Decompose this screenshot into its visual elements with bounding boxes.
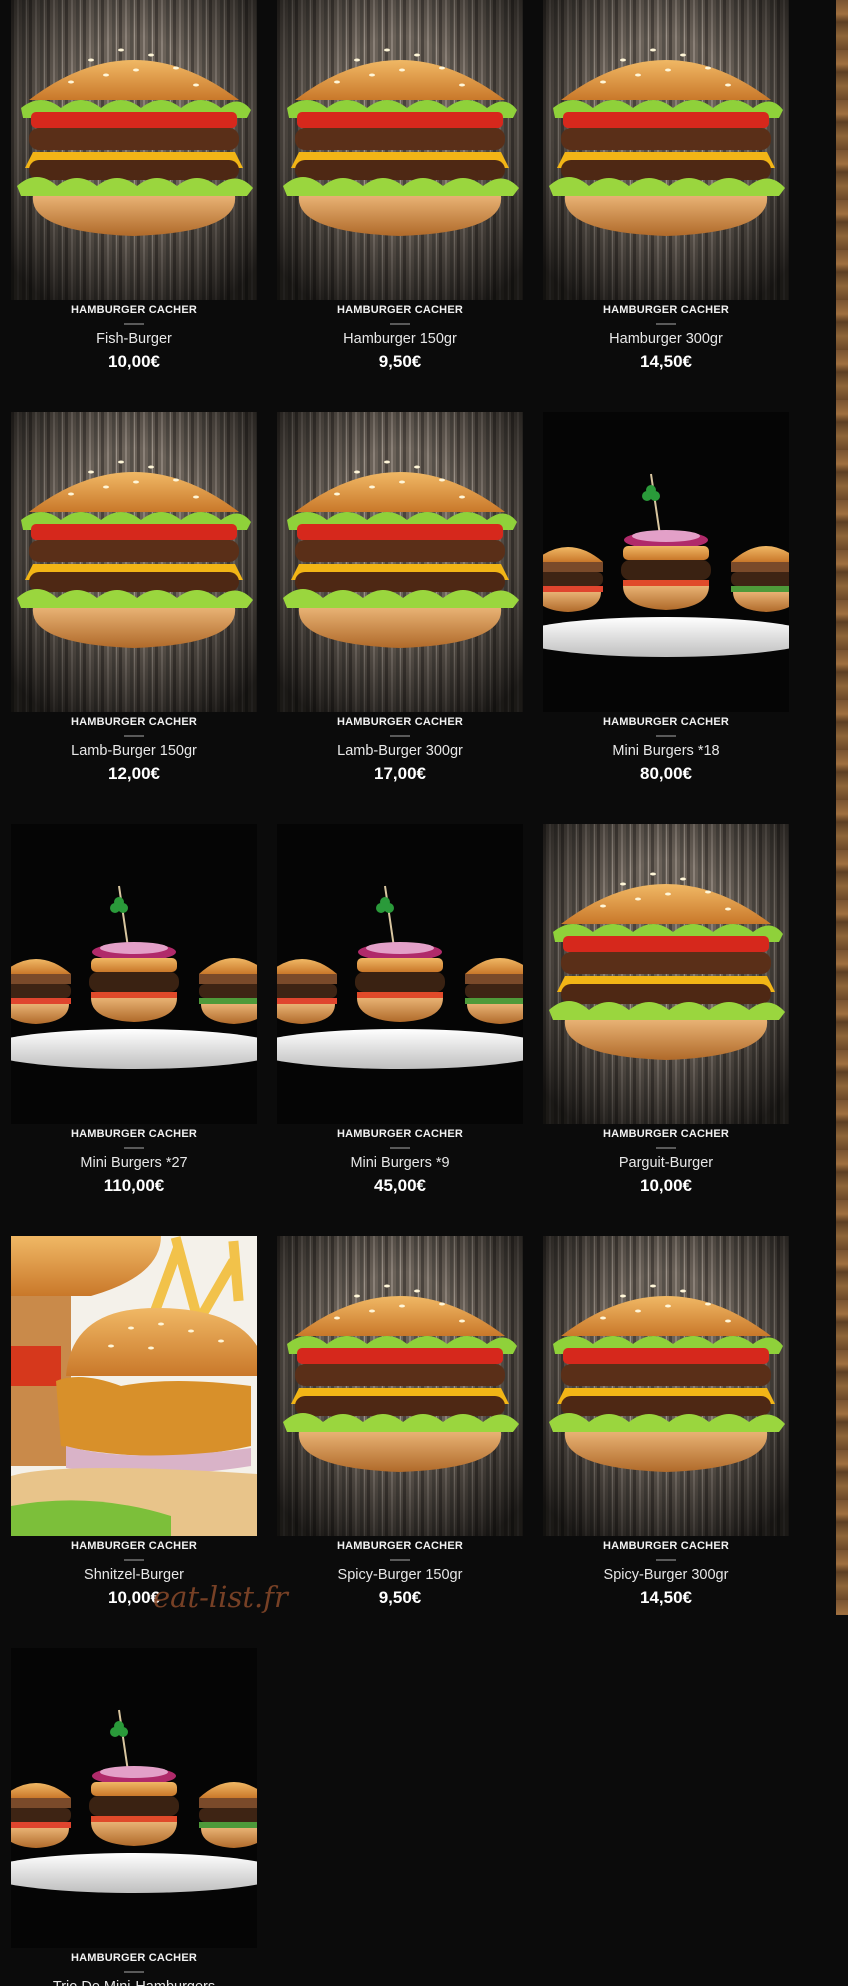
product-category: HAMBURGER CACHER bbox=[336, 304, 464, 316]
product-price: 9,50€ bbox=[378, 352, 422, 371]
product-card[interactable]: HAMBURGER CACHER Mini Burgers *18 80,00€ bbox=[543, 412, 789, 824]
product-card[interactable]: HAMBURGER CACHER Lamb-Burger 150gr 12,00… bbox=[11, 412, 257, 824]
product-image-double-burger-wood[interactable] bbox=[543, 0, 789, 300]
product-card[interactable]: HAMBURGER CACHER Fish-Burger 10,00€ bbox=[11, 0, 257, 412]
title-divider bbox=[656, 1147, 676, 1149]
title-divider bbox=[656, 1559, 676, 1561]
wood-edge-strip bbox=[836, 0, 848, 1615]
product-card[interactable]: HAMBURGER CACHER Trio De Mini-Hamburgers… bbox=[11, 1648, 257, 1986]
product-category: HAMBURGER CACHER bbox=[70, 1952, 198, 1964]
product-price: 10,00€ bbox=[108, 352, 160, 371]
product-image-double-burger-wood[interactable] bbox=[543, 824, 789, 1124]
product-category: HAMBURGER CACHER bbox=[602, 304, 730, 316]
product-name[interactable]: Mini Burgers *18 bbox=[543, 743, 789, 759]
title-divider bbox=[124, 1559, 144, 1561]
product-name[interactable]: Hamburger 150gr bbox=[277, 331, 523, 347]
title-divider bbox=[390, 1559, 410, 1561]
product-category: HAMBURGER CACHER bbox=[336, 1540, 464, 1552]
product-category: HAMBURGER CACHER bbox=[70, 304, 198, 316]
product-price: 12,00€ bbox=[108, 764, 160, 783]
product-image-double-burger-wood[interactable] bbox=[277, 0, 523, 300]
product-card[interactable]: HAMBURGER CACHER Lamb-Burger 300gr 17,00… bbox=[277, 412, 523, 824]
product-card[interactable]: HAMBURGER CACHER Mini Burgers *27 110,00… bbox=[11, 824, 257, 1236]
product-image-mini-burgers-dark[interactable] bbox=[543, 412, 789, 712]
product-card[interactable]: HAMBURGER CACHER Spicy-Burger 150gr 9,50… bbox=[277, 1236, 523, 1648]
product-price: 14,50€ bbox=[640, 352, 692, 371]
product-image-mini-burgers-dark[interactable] bbox=[277, 824, 523, 1124]
product-image-mini-burgers-dark[interactable] bbox=[11, 1648, 257, 1948]
title-divider bbox=[124, 735, 144, 737]
product-name[interactable]: Trio De Mini-Hamburgers bbox=[11, 1979, 257, 1986]
product-card[interactable]: HAMBURGER CACHER Spicy-Burger 300gr 14,5… bbox=[543, 1236, 789, 1648]
product-card[interactable]: HAMBURGER CACHER Hamburger 150gr 9,50€ bbox=[277, 0, 523, 412]
product-category: HAMBURGER CACHER bbox=[70, 1540, 198, 1552]
product-image-double-burger-wood[interactable] bbox=[277, 412, 523, 712]
product-card[interactable]: HAMBURGER CACHER Parguit-Burger 10,00€ bbox=[543, 824, 789, 1236]
title-divider bbox=[656, 735, 676, 737]
product-card[interactable]: HAMBURGER CACHER Hamburger 300gr 14,50€ bbox=[543, 0, 789, 412]
product-category: HAMBURGER CACHER bbox=[602, 1540, 730, 1552]
product-category: HAMBURGER CACHER bbox=[336, 1128, 464, 1140]
product-price: 9,50€ bbox=[378, 1588, 422, 1607]
product-grid: HAMBURGER CACHER Fish-Burger 10,00€ HAMB… bbox=[11, 0, 801, 1986]
product-card[interactable]: HAMBURGER CACHER Mini Burgers *9 45,00€ bbox=[277, 824, 523, 1236]
product-category: HAMBURGER CACHER bbox=[602, 716, 730, 728]
product-name[interactable]: Lamb-Burger 300gr bbox=[277, 743, 523, 759]
product-name[interactable]: Hamburger 300gr bbox=[543, 331, 789, 347]
product-category: HAMBURGER CACHER bbox=[602, 1128, 730, 1140]
watermark: eat-list.fr bbox=[153, 1580, 288, 1614]
product-price: 45,00€ bbox=[374, 1176, 426, 1195]
product-name[interactable]: Mini Burgers *9 bbox=[277, 1155, 523, 1171]
product-name[interactable]: Lamb-Burger 150gr bbox=[11, 743, 257, 759]
title-divider bbox=[390, 735, 410, 737]
product-name[interactable]: Spicy-Burger 300gr bbox=[543, 1567, 789, 1583]
product-price: 10,00€ bbox=[640, 1176, 692, 1195]
title-divider bbox=[124, 1971, 144, 1973]
title-divider bbox=[124, 323, 144, 325]
product-price: 17,00€ bbox=[374, 764, 426, 783]
product-name[interactable]: Mini Burgers *27 bbox=[11, 1155, 257, 1171]
product-category: HAMBURGER CACHER bbox=[70, 716, 198, 728]
title-divider bbox=[656, 323, 676, 325]
product-name[interactable]: Spicy-Burger 150gr bbox=[277, 1567, 523, 1583]
product-category: HAMBURGER CACHER bbox=[70, 1128, 198, 1140]
product-price: 80,00€ bbox=[640, 764, 692, 783]
product-name[interactable]: Fish-Burger bbox=[11, 331, 257, 347]
title-divider bbox=[390, 1147, 410, 1149]
title-divider bbox=[390, 323, 410, 325]
title-divider bbox=[124, 1147, 144, 1149]
product-category: HAMBURGER CACHER bbox=[336, 716, 464, 728]
product-name[interactable]: Parguit-Burger bbox=[543, 1155, 789, 1171]
product-price: 110,00€ bbox=[103, 1176, 165, 1195]
product-price: 14,50€ bbox=[640, 1588, 692, 1607]
product-image-schnitzel-burger[interactable] bbox=[11, 1236, 257, 1536]
product-image-double-burger-wood[interactable] bbox=[277, 1236, 523, 1536]
product-image-double-burger-wood[interactable] bbox=[543, 1236, 789, 1536]
product-image-mini-burgers-dark[interactable] bbox=[11, 824, 257, 1124]
product-image-double-burger-wood[interactable] bbox=[11, 0, 257, 300]
product-image-double-burger-wood[interactable] bbox=[11, 412, 257, 712]
